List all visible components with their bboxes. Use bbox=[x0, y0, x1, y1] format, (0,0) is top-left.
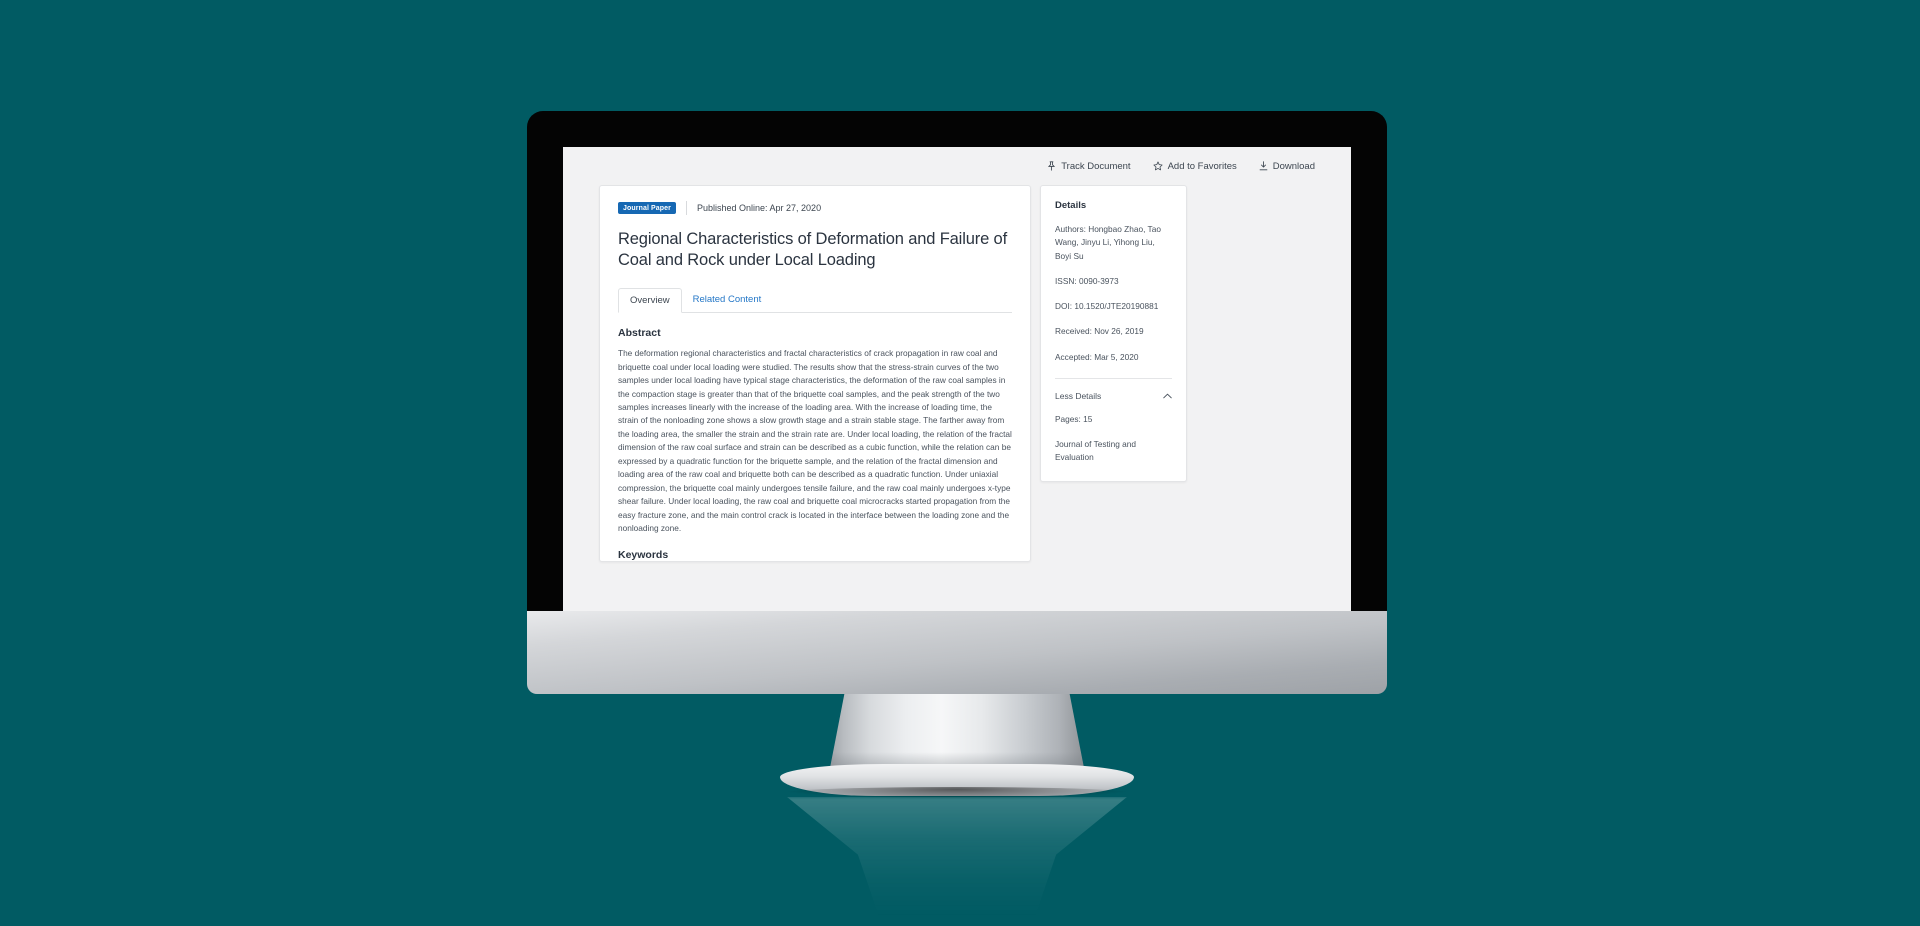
document-main-card: Journal Paper Published Online: Apr 27, … bbox=[599, 185, 1031, 563]
less-details-label: Less Details bbox=[1055, 390, 1102, 401]
monitor-chin bbox=[527, 611, 1387, 694]
content-area: Journal Paper Published Online: Apr 27, … bbox=[563, 185, 1351, 563]
track-document-button[interactable]: Track Document bbox=[1047, 160, 1131, 172]
download-icon bbox=[1259, 161, 1268, 171]
detail-accepted: Accepted: Mar 5, 2020 bbox=[1055, 351, 1139, 362]
detail-pages: Pages: 15 bbox=[1055, 413, 1093, 424]
details-card: Details Authors: Hongbao Zhao, Tao Wang,… bbox=[1040, 185, 1187, 482]
detail-journal-name: Journal of Testing and Evaluation bbox=[1055, 439, 1137, 463]
detail-issn: ISSN: 0090-3973 bbox=[1055, 275, 1119, 286]
star-icon bbox=[1153, 161, 1163, 171]
chevron-up-icon bbox=[1163, 393, 1172, 399]
computer-monitor: Track Document Add to Favorites Download… bbox=[527, 111, 1387, 917]
published-online-date: Published Online: Apr 27, 2020 bbox=[696, 203, 822, 213]
document-action-toolbar: Track Document Add to Favorites Download bbox=[563, 147, 1351, 185]
detail-doi: DOI: 10.1520/JTE20190881 bbox=[1055, 301, 1159, 312]
abstract-heading: Abstract bbox=[618, 327, 661, 340]
download-label: Download bbox=[1272, 160, 1315, 172]
page-title: Regional Characteristics of Deformation … bbox=[618, 230, 1008, 269]
pin-icon bbox=[1047, 161, 1056, 171]
document-tabs: Overview Related Content bbox=[618, 287, 1012, 314]
monitor-reflection bbox=[787, 797, 1127, 917]
download-button[interactable]: Download bbox=[1259, 161, 1315, 172]
detail-authors: Authors: Hongbao Zhao, Tao Wang, Jinyu L… bbox=[1055, 224, 1161, 261]
details-title: Details bbox=[1055, 200, 1087, 211]
keywords-heading: Keywords bbox=[618, 549, 669, 562]
detail-received: Received: Nov 26, 2019 bbox=[1055, 326, 1144, 337]
web-page: Track Document Add to Favorites Download… bbox=[563, 147, 1351, 611]
less-details-toggle[interactable]: Less Details bbox=[1055, 391, 1172, 401]
meta-divider bbox=[685, 201, 687, 215]
track-document-label: Track Document bbox=[1061, 160, 1131, 172]
add-to-favorites-button[interactable]: Add to Favorites bbox=[1153, 161, 1237, 172]
document-type-badge: Journal Paper bbox=[618, 202, 676, 214]
document-meta-row: Journal Paper Published Online: Apr 27, … bbox=[618, 201, 1012, 215]
abstract-text: The deformation regional characteristics… bbox=[618, 348, 1012, 533]
tab-related-content[interactable]: Related Content bbox=[682, 288, 773, 313]
monitor-screen: Track Document Add to Favorites Download… bbox=[563, 147, 1351, 611]
details-divider bbox=[1055, 377, 1172, 379]
tab-overview[interactable]: Overview bbox=[618, 288, 682, 314]
add-to-favorites-label: Add to Favorites bbox=[1167, 160, 1237, 172]
